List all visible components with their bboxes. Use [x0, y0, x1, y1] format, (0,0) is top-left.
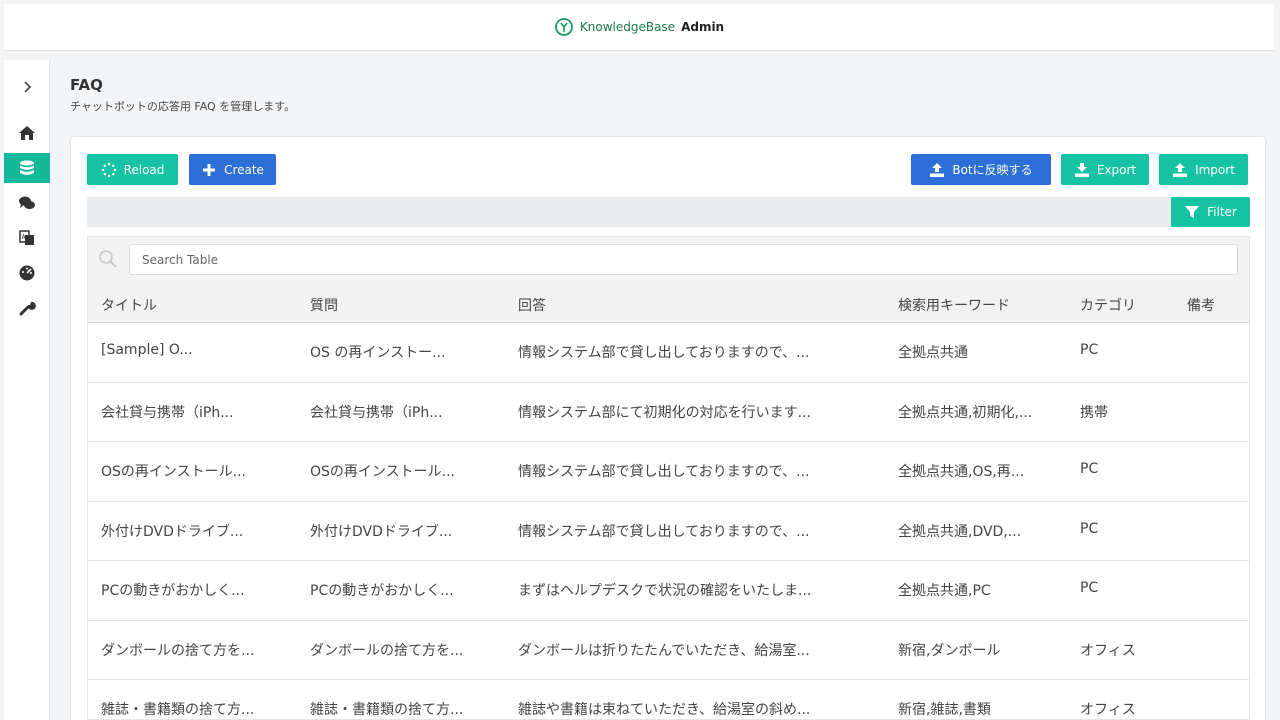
- filter-button[interactable]: Filter: [1171, 197, 1250, 227]
- column-header-title[interactable]: タイトル: [101, 295, 291, 315]
- import-button[interactable]: Import: [1159, 154, 1248, 185]
- sidebar-item-dashboard[interactable]: [4, 258, 50, 288]
- brand-name: KnowledgeBase: [579, 20, 676, 34]
- chevron-right-icon: [24, 81, 32, 93]
- cell-category: PC: [1080, 342, 1099, 358]
- cell-category: PC: [1080, 520, 1099, 537]
- reload-label: Reload: [123, 162, 165, 177]
- download-icon: [1074, 162, 1089, 177]
- filter-label: Filter: [1207, 205, 1237, 219]
- reload-icon: [101, 162, 116, 177]
- search-input[interactable]: [129, 244, 1238, 275]
- cell-answer: 情報システム部にて初期化の対応を行います...: [518, 404, 811, 421]
- cell-answer: 情報システム部で貸し出しておりますので、...: [518, 345, 810, 361]
- column-header-question[interactable]: 質問: [310, 295, 500, 315]
- page-subtitle: チャットボットの応答用 FAQ を管理します。: [70, 100, 296, 113]
- cell-title: OSの再インストール...: [101, 464, 246, 480]
- cell-answer: 情報システム部で貸し出しておりますので、...: [518, 464, 810, 480]
- cell-category: オフィス: [1080, 642, 1136, 659]
- import-label: Import: [1195, 162, 1235, 177]
- cell-question: 雑誌・書籍類の捨て方...: [310, 702, 464, 718]
- table-row[interactable]: ダンボールの捨て方を... ダンボールの捨て方を... ダンボールは折りたたんで…: [88, 620, 1249, 680]
- cell-title: 外付けDVDドライブ...: [101, 523, 244, 540]
- faq-table: タイトル 質問 回答 検索用キーワード カテゴリ 備考 [Sample] O..…: [87, 236, 1250, 720]
- cell-question: 会社貸与携帯（iPh...: [310, 404, 443, 421]
- reload-button[interactable]: Reload: [87, 154, 178, 185]
- cell-keywords: 新宿,雑誌,書類: [898, 702, 991, 718]
- cell-title: 雑誌・書籍類の捨て方...: [101, 702, 255, 718]
- export-label: Export: [1096, 162, 1137, 177]
- top-bar: KnowledgeBase Admin: [4, 4, 1274, 51]
- cell-question: PCの動きがおかしく...: [310, 583, 454, 599]
- table-row[interactable]: 会社貸与携帯（iPh... 会社貸与携帯（iPh... 情報システム部にて初期化…: [88, 382, 1249, 442]
- cell-question: OS の再インストー...: [310, 345, 446, 361]
- column-header-keywords[interactable]: 検索用キーワード: [898, 295, 1068, 315]
- cell-category: オフィス: [1080, 702, 1136, 718]
- cell-keywords: 全拠点共通,PC: [898, 583, 991, 599]
- table-row[interactable]: [Sample] O... OS の再インストー... 情報システム部で貸し出し…: [88, 323, 1249, 383]
- filter-icon: [1185, 206, 1200, 218]
- cell-answer: 雑誌や書籍は束ねていただき、給湯室の斜め...: [518, 702, 811, 718]
- cell-keywords: 新宿,ダンボール: [898, 642, 1001, 659]
- cell-answer: まずはヘルプデスクで状況の確認をいたしま...: [518, 583, 812, 599]
- export-button[interactable]: Export: [1061, 154, 1149, 185]
- table-row[interactable]: 雑誌・書籍類の捨て方... 雑誌・書籍類の捨て方... 雑誌や書籍は束ねていただ…: [88, 680, 1249, 719]
- cell-title: PCの動きがおかしく...: [101, 583, 245, 599]
- sidebar-item-database[interactable]: [4, 153, 50, 183]
- cell-keywords: 全拠点共通,OS,再...: [898, 464, 1025, 480]
- search-icon: [99, 250, 117, 268]
- home-icon: [19, 126, 35, 140]
- database-icon: [20, 160, 34, 175]
- table-search-row: [88, 237, 1249, 283]
- cell-category: PC: [1080, 580, 1099, 596]
- cell-answer: 情報システム部で貸し出しておりますので、...: [518, 523, 810, 540]
- cell-question: ダンボールの捨て方を...: [310, 642, 464, 659]
- filter-bar: [87, 197, 1250, 227]
- logo-icon: [554, 18, 573, 36]
- chat-bubbles-icon: [19, 196, 35, 209]
- table-row[interactable]: 外付けDVDドライブ... 外付けDVDドライブ... 情報システム部で貸し出し…: [88, 501, 1249, 561]
- brand-name-bold: Admin: [681, 20, 725, 34]
- cell-category: 携帯: [1080, 404, 1108, 421]
- create-label: Create: [224, 162, 264, 177]
- translate-icon: A: [19, 230, 34, 245]
- cell-title: [Sample] O...: [101, 342, 193, 358]
- column-header-notes[interactable]: 備考: [1187, 295, 1247, 315]
- table-row[interactable]: PCの動きがおかしく... PCの動きがおかしく... まずはヘルプデスクで状況…: [88, 561, 1249, 621]
- sidebar-item-chat[interactable]: [4, 188, 50, 218]
- table-header: タイトル 質問 回答 検索用キーワード カテゴリ 備考: [88, 283, 1249, 323]
- page-title: FAQ: [70, 76, 103, 94]
- sidebar: A: [4, 60, 50, 720]
- plus-icon: [203, 163, 216, 176]
- create-button[interactable]: Create: [189, 154, 276, 185]
- table-row[interactable]: OSの再インストール... OSの再インストール... 情報システム部で貸し出し…: [88, 442, 1249, 502]
- sidebar-item-home[interactable]: [4, 118, 50, 148]
- reflect-to-bot-button[interactable]: Botに反映する: [911, 154, 1051, 185]
- cell-keywords: 全拠点共通,DVD,...: [898, 523, 1022, 540]
- sidebar-item-translate[interactable]: A: [4, 223, 50, 253]
- reflect-to-bot-label: Botに反映する: [952, 163, 1033, 177]
- cell-title: ダンボールの捨て方を...: [101, 642, 255, 659]
- cell-answer: ダンボールは折りたたんでいただき、給湯室...: [518, 642, 810, 659]
- cell-title: 会社貸与携帯（iPh...: [101, 404, 234, 421]
- sidebar-item-settings[interactable]: [4, 293, 50, 323]
- brand[interactable]: KnowledgeBase Admin: [554, 17, 724, 37]
- dashboard-gauge-icon: [19, 265, 35, 281]
- upload-icon: [930, 162, 945, 177]
- upload-icon: [1173, 162, 1188, 177]
- cell-keywords: 全拠点共通: [898, 345, 968, 361]
- cell-keywords: 全拠点共通,初期化,...: [898, 404, 1033, 421]
- cell-question: 外付けDVDドライブ...: [310, 523, 453, 540]
- sidebar-toggle[interactable]: [4, 72, 50, 102]
- wrench-icon: [19, 301, 36, 316]
- column-header-category[interactable]: カテゴリ: [1080, 295, 1180, 315]
- cell-category: PC: [1080, 461, 1099, 477]
- cell-question: OSの再インストール...: [310, 464, 455, 480]
- column-header-answer[interactable]: 回答: [518, 295, 878, 315]
